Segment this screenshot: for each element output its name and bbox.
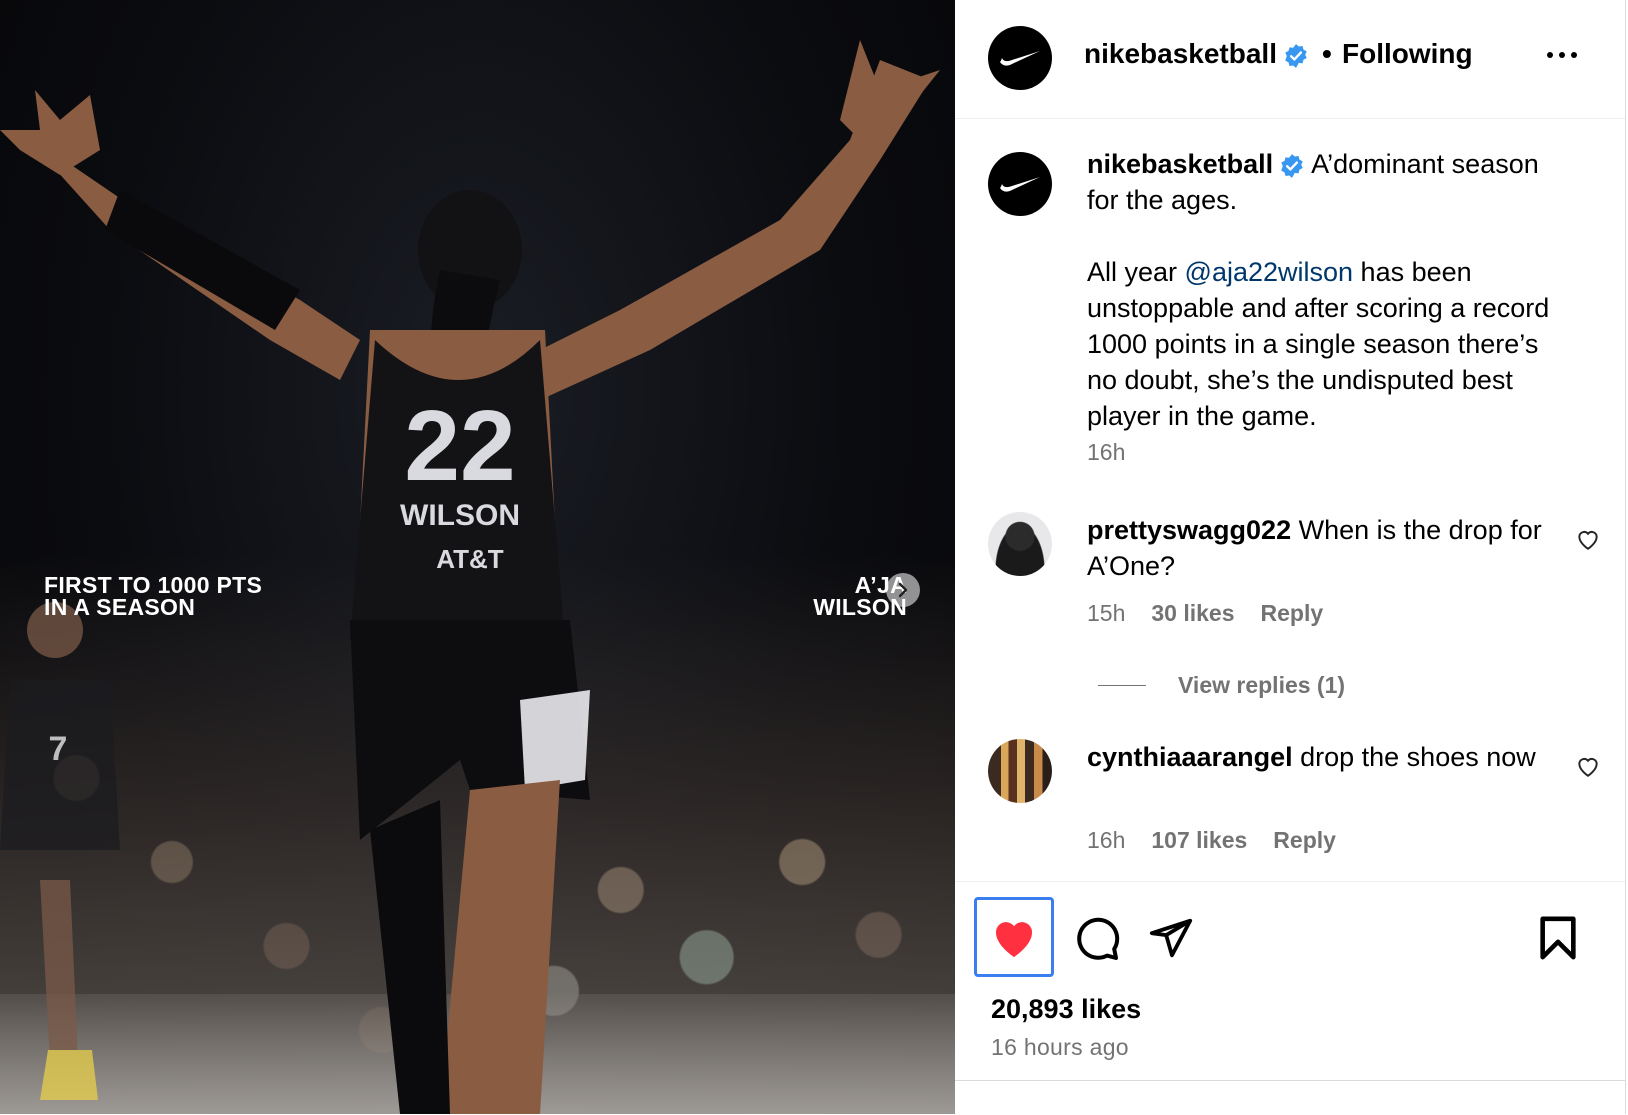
- jersey-name: WILSON: [400, 499, 520, 532]
- more-options-button[interactable]: [1547, 52, 1577, 58]
- view-replies-label: View replies (1): [1178, 672, 1346, 698]
- bookmark-icon: [1540, 916, 1576, 960]
- header-username-link[interactable]: nikebasketball: [1084, 38, 1309, 70]
- caption-meta: 16h: [1087, 439, 1125, 466]
- heart-filled-icon: [995, 922, 1033, 957]
- comment-time[interactable]: 16h: [1087, 827, 1125, 854]
- following-button[interactable]: Following: [1342, 38, 1473, 70]
- heart-outline-icon: [1578, 531, 1598, 550]
- player-illustration: 22 WILSON AT&T 7: [0, 40, 940, 1114]
- comment-text: cynthiaaarangel drop the shoes now: [1087, 739, 1557, 775]
- mention-link[interactable]: @aja22wilson: [1185, 257, 1354, 287]
- bottom-divider: [955, 1080, 1625, 1081]
- comment-avatar[interactable]: [988, 739, 1052, 803]
- nike-swoosh-icon: [1000, 177, 1040, 192]
- comment-meta: 16h 107 likes Reply: [1087, 827, 1336, 854]
- caption-text: nikebasketball A’dominant season for the…: [1087, 146, 1557, 434]
- post-side-panel: nikebasketball • Following nikebasketbal…: [955, 0, 1626, 1114]
- more-horizontal-icon: [1547, 52, 1553, 58]
- comment-text: prettyswagg022 When is the drop for A’On…: [1087, 512, 1557, 584]
- comment-meta: 15h 30 likes Reply: [1087, 600, 1323, 627]
- like-button[interactable]: [974, 897, 1054, 977]
- send-icon: [1149, 918, 1193, 958]
- comment-username[interactable]: prettyswagg022: [1087, 515, 1291, 545]
- comment-username[interactable]: cynthiaaarangel: [1087, 742, 1293, 772]
- comment-time[interactable]: 15h: [1087, 600, 1125, 627]
- verified-badge-icon: [1285, 43, 1307, 68]
- save-button[interactable]: [1530, 910, 1586, 966]
- reply-button[interactable]: Reply: [1273, 827, 1336, 854]
- replies-divider: [1098, 685, 1146, 686]
- jersey-number: 22: [404, 390, 515, 502]
- caption-body-pre: All year: [1087, 257, 1185, 287]
- caption-username[interactable]: nikebasketball: [1087, 149, 1273, 179]
- comment-like-button[interactable]: [1575, 527, 1601, 556]
- comment-body: drop the shoes now: [1300, 742, 1536, 772]
- comment-like-button[interactable]: [1575, 754, 1601, 783]
- comments-section[interactable]: nikebasketball A’dominant season for the…: [955, 119, 1625, 881]
- jersey-sponsor: AT&T: [436, 544, 504, 574]
- comment-likes[interactable]: 30 likes: [1151, 600, 1234, 627]
- post-timestamp[interactable]: 16 hours ago: [991, 1034, 1129, 1061]
- header-separator: •: [1322, 38, 1332, 69]
- header-username: nikebasketball: [1084, 38, 1277, 69]
- background-player: [0, 602, 120, 1100]
- comment-avatar[interactable]: [988, 512, 1052, 576]
- caption-avatar[interactable]: [988, 152, 1052, 216]
- heart-outline-icon: [1578, 758, 1598, 777]
- chevron-right-icon: [898, 582, 908, 598]
- reply-button[interactable]: Reply: [1261, 600, 1324, 627]
- likes-count[interactable]: 20,893 likes: [991, 994, 1141, 1025]
- post-media[interactable]: 22 WILSON AT&T 7 FIRST TO 1000 PTS IN A …: [0, 0, 955, 1114]
- overlay-caption-left: FIRST TO 1000 PTS IN A SEASON: [44, 572, 263, 620]
- comment-icon: [1077, 917, 1120, 960]
- profile-avatar[interactable]: [988, 26, 1052, 90]
- view-replies-button[interactable]: View replies (1): [1098, 672, 1345, 699]
- next-media-button[interactable]: [886, 573, 920, 607]
- comment-likes[interactable]: 107 likes: [1151, 827, 1247, 854]
- nike-swoosh-icon: [1000, 51, 1040, 66]
- caption-time[interactable]: 16h: [1087, 439, 1125, 466]
- background-player-number: 7: [49, 730, 68, 768]
- post-header: nikebasketball • Following: [955, 0, 1625, 119]
- share-button[interactable]: [1143, 910, 1199, 966]
- comment-button[interactable]: [1069, 910, 1125, 966]
- verified-badge-icon: [1281, 153, 1303, 178]
